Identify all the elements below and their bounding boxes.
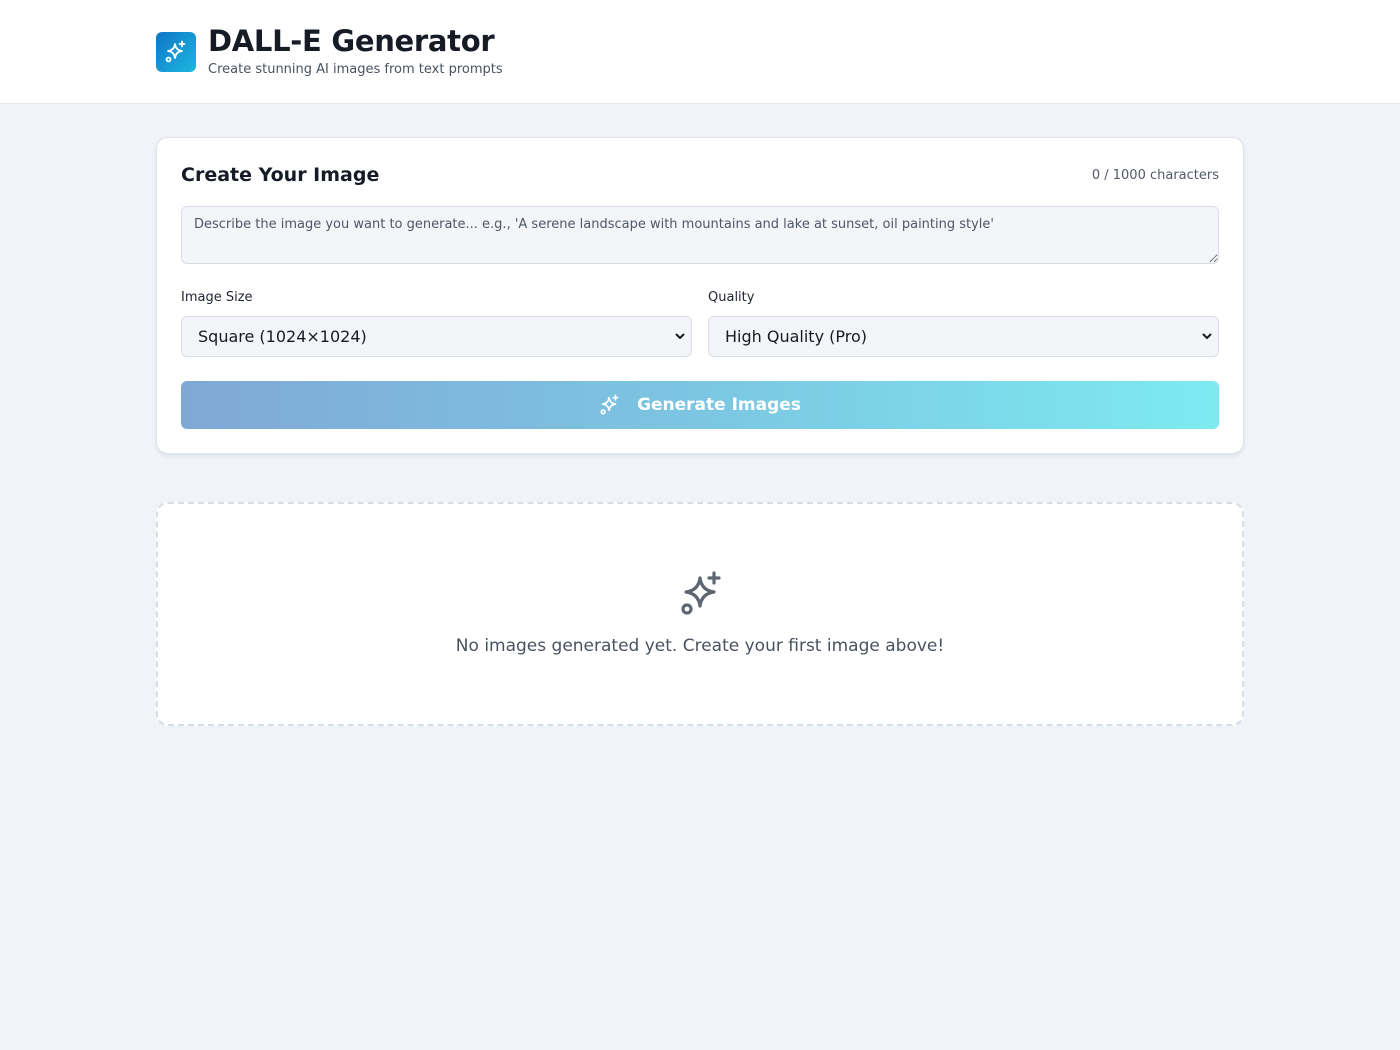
quality-field: High Quality (Pro)	[708, 316, 1219, 357]
create-image-card: Create Your Image 0 / 1000 characters Im…	[156, 137, 1244, 454]
app-subtitle: Create stunning AI images from text prom…	[208, 62, 503, 77]
image-size-select[interactable]: Square (1024×1024)	[181, 316, 692, 357]
app-logo	[156, 32, 196, 72]
sparkles-icon	[600, 394, 619, 415]
image-size-label: Image Size	[181, 290, 253, 305]
app-title: DALL-E Generator	[208, 24, 495, 58]
card-title: Create Your Image	[181, 164, 380, 186]
character-counter: 0 / 1000 characters	[1091, 168, 1219, 183]
quality-label: Quality	[708, 290, 755, 305]
image-size-field: Square (1024×1024)	[181, 316, 692, 357]
generate-images-button[interactable]: Generate Images	[181, 381, 1219, 429]
app-header: DALL-E Generator Create stunning AI imag…	[0, 0, 1400, 104]
sparkles-icon	[165, 40, 186, 63]
empty-state-panel: No images generated yet. Create your fir…	[156, 502, 1244, 726]
quality-select[interactable]: High Quality (Pro)	[708, 316, 1219, 357]
empty-state-message: No images generated yet. Create your fir…	[455, 636, 945, 656]
prompt-input[interactable]	[181, 206, 1219, 264]
generate-button-label: Generate Images	[637, 395, 801, 415]
sparkles-icon	[681, 571, 721, 615]
